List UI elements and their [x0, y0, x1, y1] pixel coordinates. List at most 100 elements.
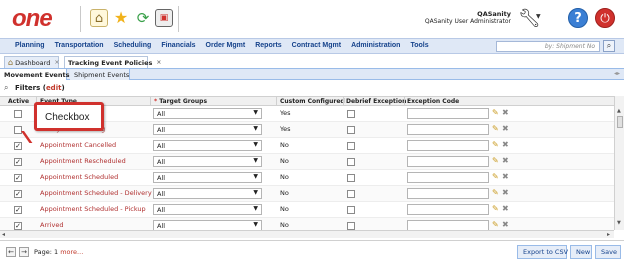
- nav-administration[interactable]: Administration: [346, 39, 405, 53]
- nav-tools[interactable]: Tools: [405, 39, 433, 53]
- exception-code-input[interactable]: [407, 220, 489, 230]
- tab-movement-events[interactable]: Movement Events: [0, 69, 69, 80]
- active-checkbox[interactable]: [14, 142, 22, 150]
- clear-icon[interactable]: ✖: [502, 172, 509, 181]
- clear-icon[interactable]: ✖: [502, 108, 509, 117]
- event-type-link[interactable]: Arrived: [40, 221, 63, 229]
- active-checkbox[interactable]: [14, 222, 22, 230]
- tab-tracking-event-policies[interactable]: Tracking Event Policies ×: [64, 56, 161, 68]
- export-csv-button[interactable]: Export to CSV: [517, 245, 568, 259]
- debrief-exception-checkbox[interactable]: [347, 126, 355, 134]
- scroll-left-icon[interactable]: ◂: [2, 231, 5, 238]
- exception-code-input[interactable]: [407, 188, 489, 199]
- active-checkbox[interactable]: [14, 206, 22, 214]
- vertical-scrollbar[interactable]: ▲ ▼: [614, 96, 624, 230]
- table-row[interactable]: Appointment Rescheduled All ▼ No ✎✖: [0, 154, 614, 170]
- exception-code-input[interactable]: [407, 140, 489, 151]
- active-checkbox[interactable]: [14, 158, 22, 166]
- tab-shipment-events[interactable]: Shipment Events: [70, 69, 130, 80]
- help-icon[interactable]: ?: [568, 8, 588, 28]
- active-checkbox[interactable]: [14, 174, 22, 182]
- nav-contract-mgmt[interactable]: Contract Mgmt: [287, 39, 346, 53]
- prev-page-button[interactable]: ←: [6, 247, 16, 257]
- refresh-icon[interactable]: ⟳: [134, 9, 152, 27]
- star-icon[interactable]: ★: [112, 9, 130, 27]
- debrief-exception-checkbox[interactable]: [347, 142, 355, 150]
- target-group-select[interactable]: All ▼: [153, 140, 262, 151]
- target-group-select[interactable]: All ▼: [153, 204, 262, 215]
- table-row[interactable]: Appointment Scheduled - Pickup All ▼ No ✎✖: [0, 202, 614, 218]
- new-button[interactable]: New: [570, 245, 592, 259]
- clear-icon[interactable]: ✖: [502, 124, 509, 133]
- target-group-select[interactable]: All ▼: [153, 220, 262, 230]
- clear-icon[interactable]: ✖: [502, 220, 509, 229]
- tab-scroll-icon[interactable]: ◂▸: [614, 70, 620, 77]
- power-icon[interactable]: ⏻: [595, 8, 615, 28]
- nav-transportation[interactable]: Transportation: [50, 39, 109, 53]
- next-page-button[interactable]: →: [19, 247, 29, 257]
- target-group-select[interactable]: All ▼: [153, 108, 262, 119]
- close-icon[interactable]: ×: [54, 59, 59, 66]
- close-icon[interactable]: ×: [156, 59, 161, 66]
- app-logo[interactable]: one: [12, 5, 53, 33]
- clear-icon[interactable]: ✖: [502, 204, 509, 213]
- nav-financials[interactable]: Financials: [156, 39, 200, 53]
- table-row[interactable]: Appointment Cancelled All ▼ No ✎✖: [0, 138, 614, 154]
- table-row[interactable]: Appointment Scheduled - Delivery All ▼ No ✎✖: [0, 186, 614, 202]
- lookup-icon[interactable]: ✎: [492, 156, 499, 165]
- search-input[interactable]: by: Shipment No: [496, 41, 600, 52]
- col-active[interactable]: Active: [8, 98, 29, 105]
- home-icon[interactable]: ⌂: [90, 9, 108, 27]
- event-type-link[interactable]: Appointment Scheduled: [40, 173, 118, 181]
- horizontal-scrollbar[interactable]: ◂ ▸: [0, 230, 614, 238]
- nav-order-mgmt[interactable]: Order Mgmt: [201, 39, 251, 53]
- exception-code-input[interactable]: [407, 156, 489, 167]
- nav-planning[interactable]: Planning: [10, 39, 50, 53]
- target-group-select[interactable]: All ▼: [153, 188, 262, 199]
- target-group-select[interactable]: All ▼: [153, 172, 262, 183]
- col-debrief-exception[interactable]: Debrief Exception: [346, 98, 406, 105]
- event-type-link[interactable]: Appointment Cancelled: [40, 141, 116, 149]
- event-type-link[interactable]: Appointment Scheduled - Pickup: [40, 205, 146, 213]
- chevron-down-icon[interactable]: ▼: [536, 13, 541, 20]
- scroll-thumb[interactable]: [617, 116, 623, 128]
- screen-icon[interactable]: ▣: [155, 9, 173, 27]
- exception-code-input[interactable]: [407, 124, 489, 135]
- active-checkbox[interactable]: [14, 110, 22, 118]
- target-group-select[interactable]: All ▼: [153, 124, 262, 135]
- lookup-icon[interactable]: ✎: [492, 220, 499, 229]
- debrief-exception-checkbox[interactable]: [347, 190, 355, 198]
- table-row[interactable]: Arrived All ▼ No ✎✖: [0, 218, 614, 230]
- nav-reports[interactable]: Reports: [250, 39, 286, 53]
- debrief-exception-checkbox[interactable]: [347, 174, 355, 182]
- event-type-link[interactable]: Appointment Scheduled - Delivery: [40, 189, 152, 197]
- lookup-icon[interactable]: ✎: [492, 172, 499, 181]
- save-button[interactable]: Save: [595, 245, 621, 259]
- debrief-exception-checkbox[interactable]: [347, 222, 355, 230]
- table-row[interactable]: Appointment Scheduled All ▼ No ✎✖: [0, 170, 614, 186]
- exception-code-input[interactable]: [407, 204, 489, 215]
- tab-dashboard[interactable]: ⌂ Dashboard ×: [4, 56, 59, 68]
- debrief-exception-checkbox[interactable]: [347, 110, 355, 118]
- scroll-up-icon[interactable]: ▲: [617, 108, 621, 114]
- filters-edit-link[interactable]: edit: [46, 84, 62, 92]
- more-pages-link[interactable]: more...: [60, 248, 83, 256]
- col-target-groups[interactable]: * Target Groups: [154, 98, 207, 105]
- debrief-exception-checkbox[interactable]: [347, 158, 355, 166]
- exception-code-input[interactable]: [407, 172, 489, 183]
- clear-icon[interactable]: ✖: [502, 188, 509, 197]
- exception-code-input[interactable]: [407, 108, 489, 119]
- target-group-select[interactable]: All ▼: [153, 156, 262, 167]
- nav-scheduling[interactable]: Scheduling: [109, 39, 157, 53]
- active-checkbox[interactable]: [14, 126, 22, 134]
- col-exception-code[interactable]: Exception Code: [407, 98, 459, 105]
- active-checkbox[interactable]: [14, 190, 22, 198]
- lookup-icon[interactable]: ✎: [492, 204, 499, 213]
- debrief-exception-checkbox[interactable]: [347, 206, 355, 214]
- lookup-icon[interactable]: ✎: [492, 188, 499, 197]
- lookup-icon[interactable]: ✎: [492, 124, 499, 133]
- search-icon[interactable]: ⌕: [603, 40, 615, 52]
- lookup-icon[interactable]: ✎: [492, 140, 499, 149]
- clear-icon[interactable]: ✖: [502, 156, 509, 165]
- scroll-down-icon[interactable]: ▼: [617, 220, 621, 226]
